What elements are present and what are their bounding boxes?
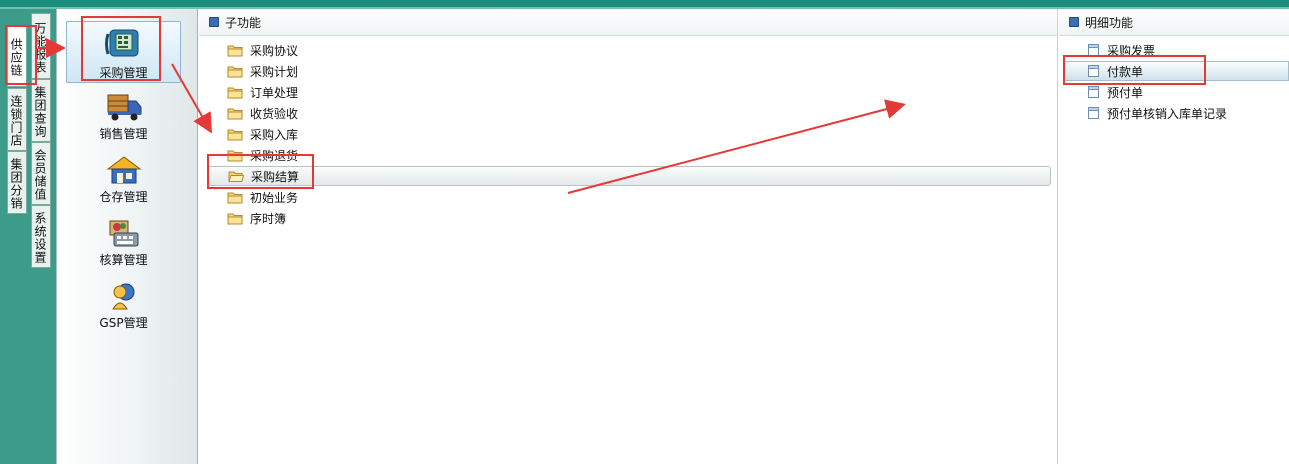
sub-function-item[interactable]: 初始业务: [227, 187, 298, 207]
module-warehouse[interactable]: 仓存管理: [66, 150, 181, 212]
sub-function-label: 采购协议: [250, 43, 299, 58]
folder-icon: [227, 129, 243, 140]
delivery-truck-icon: [107, 94, 141, 121]
tab-chain-stores[interactable]: 连锁门店: [7, 88, 27, 151]
detail-function-label: 预付单核销入库单记录: [1107, 106, 1228, 121]
folder-icon: [227, 192, 243, 203]
folder-icon: [227, 213, 243, 224]
module-label: 销售管理: [99, 127, 148, 141]
sub-function-label: 初始业务: [250, 190, 299, 205]
tab-universal-reports[interactable]: 万能报表: [31, 13, 51, 79]
document-icon: [1088, 86, 1099, 98]
sub-function-label: 采购入库: [250, 127, 299, 142]
detail-function-panel: 明细功能 采购发票付款单预付单预付单核销入库单记录: [1059, 9, 1289, 464]
header-bullet-icon: [1069, 17, 1079, 27]
tab-group-query[interactable]: 集团查询: [31, 79, 51, 142]
module-label: 仓存管理: [99, 190, 148, 204]
folder-icon: [227, 45, 243, 56]
sub-function-title: 子功能: [225, 15, 262, 30]
sub-function-item[interactable]: 收货验收: [227, 103, 298, 123]
module-label: 核算管理: [99, 253, 148, 267]
sub-function-label: 收货验收: [250, 106, 299, 121]
tab-system-settings[interactable]: 系统设置: [31, 205, 51, 268]
sub-function-item[interactable]: 序时簿: [227, 208, 286, 228]
tab-member-stored-value[interactable]: 会员储值: [31, 142, 51, 205]
folder-icon: [227, 108, 243, 119]
folder-open-icon: [228, 171, 244, 182]
sub-function-label: 采购退货: [250, 148, 299, 163]
detail-function-item[interactable]: 预付单: [1087, 82, 1143, 102]
module-label: 采购管理: [99, 66, 148, 80]
detail-function-label: 付款单: [1107, 64, 1144, 79]
header-bullet-icon: [209, 17, 219, 27]
calculator-icon: [109, 220, 138, 247]
module-purchase[interactable]: 采购管理: [66, 21, 181, 83]
folder-icon: [227, 87, 243, 98]
document-icon: [1088, 107, 1099, 119]
sub-function-item[interactable]: 采购退货: [227, 145, 298, 165]
detail-function-item[interactable]: 采购发票: [1087, 40, 1155, 60]
sub-function-label: 采购结算: [251, 169, 300, 184]
sub-function-item[interactable]: 采购协议: [227, 40, 298, 60]
module-gsp[interactable]: GSP管理: [66, 276, 181, 338]
detail-function-label: 采购发票: [1107, 43, 1156, 58]
tab-group-distribution[interactable]: 集团分销: [7, 151, 27, 214]
sub-function-label: 订单处理: [250, 85, 299, 100]
sub-function-header: 子功能: [199, 9, 1057, 36]
gsp-person-icon: [111, 283, 134, 310]
document-icon: [1088, 65, 1099, 77]
module-label: GSP管理: [99, 316, 148, 330]
detail-function-title: 明细功能: [1085, 15, 1134, 30]
module-sales[interactable]: 销售管理: [66, 87, 181, 149]
purchase-phone-icon: [104, 29, 138, 57]
module-panel: 采购管理 销售管理 仓存管理 核算管理 GSP管理: [56, 9, 198, 464]
sub-function-item[interactable]: 订单处理: [227, 82, 298, 102]
detail-function-label: 预付单: [1107, 85, 1144, 100]
sub-function-label: 序时簿: [250, 211, 287, 226]
sub-function-panel: 子功能 采购协议采购计划订单处理收货验收采购入库采购退货采购结算初始业务序时簿: [199, 9, 1058, 464]
detail-function-item[interactable]: 预付单核销入库单记录: [1087, 103, 1227, 123]
sub-function-label: 采购计划: [250, 64, 299, 79]
module-accounting[interactable]: 核算管理: [66, 213, 181, 275]
document-icon: [1088, 44, 1099, 56]
tab-supply-chain[interactable]: 供应链: [7, 25, 27, 87]
left-tab-strip: 供应链 万能报表 连锁门店 集团查询 集团分销 会员储值 系统设置: [0, 9, 56, 464]
folder-icon: [227, 66, 243, 77]
warehouse-house-icon: [106, 156, 141, 184]
detail-function-item[interactable]: 付款单: [1064, 61, 1289, 81]
detail-function-header: 明细功能: [1059, 9, 1289, 36]
title-bar: [0, 0, 1289, 7]
folder-icon: [227, 150, 243, 161]
sub-function-item[interactable]: 采购结算: [207, 166, 1051, 186]
sub-function-item[interactable]: 采购计划: [227, 61, 298, 81]
sub-function-item[interactable]: 采购入库: [227, 124, 298, 144]
